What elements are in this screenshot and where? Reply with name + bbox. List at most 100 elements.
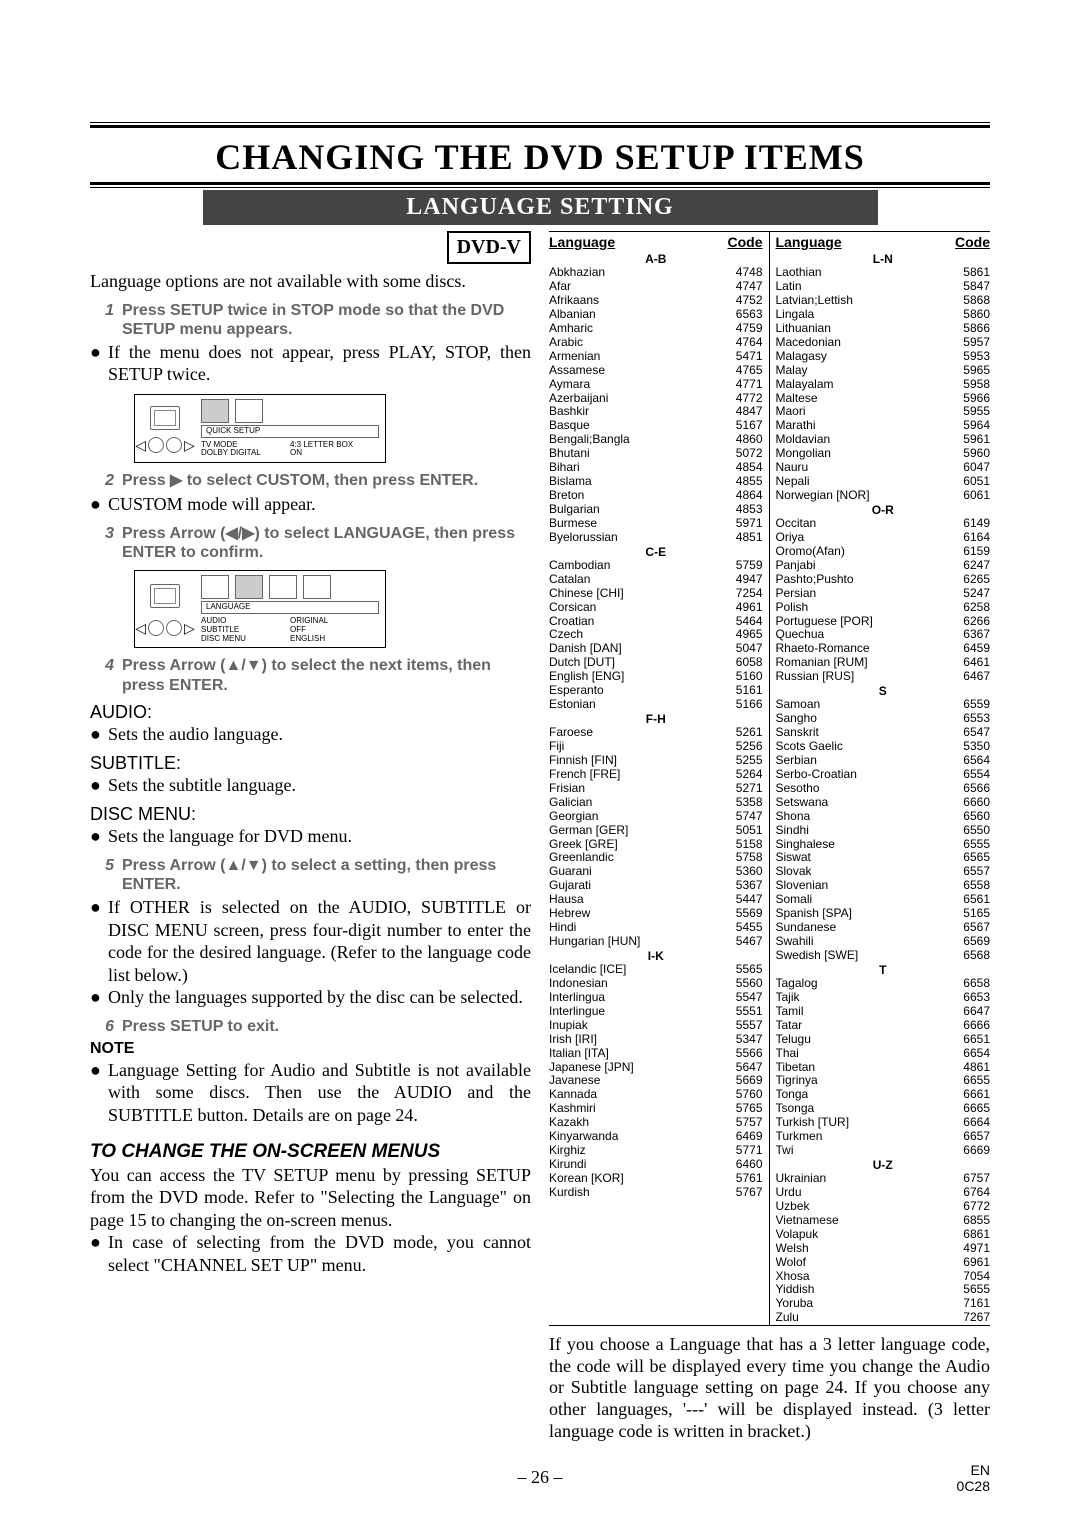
- language-row: Dutch [DUT]6058: [549, 656, 763, 670]
- language-code: 6547: [950, 726, 990, 740]
- language-code: 5655: [950, 1283, 990, 1297]
- language-code: 6655: [950, 1074, 990, 1088]
- language-name: Tigrinya: [776, 1074, 951, 1088]
- language-code: 4851: [723, 531, 763, 545]
- language-row: Scots Gaelic5350: [776, 740, 991, 754]
- language-code: 6669: [950, 1144, 990, 1158]
- language-code: 6666: [950, 1019, 990, 1033]
- step-3-text: Press Arrow (◀/▶) to select LANGUAGE, th…: [122, 524, 531, 562]
- language-row: Amharic4759: [549, 322, 763, 336]
- language-name: Cambodian: [549, 559, 723, 573]
- language-code-note: If you choose a Language that has a 3 le…: [549, 1334, 990, 1442]
- language-row: Tigrinya6655: [776, 1074, 991, 1088]
- language-name: Moldavian: [776, 433, 951, 447]
- language-name: Albanian: [549, 308, 723, 322]
- osd-section-b1: In case of selecting from the DVD mode, …: [108, 1231, 531, 1276]
- language-row: Nepali6051: [776, 475, 991, 489]
- language-name: Czech: [549, 628, 723, 642]
- language-row: Thai6654: [776, 1047, 991, 1061]
- language-row: Spanish [SPA]5165: [776, 907, 991, 921]
- language-code: 5760: [723, 1088, 763, 1102]
- language-row: Azerbaijani4772: [549, 392, 763, 406]
- language-name: Kirghiz: [549, 1144, 723, 1158]
- language-code: 5565: [723, 963, 763, 977]
- step-5-note-2: Only the languages supported by the disc…: [108, 986, 523, 1009]
- language-row: Italian [ITA]5566: [549, 1047, 763, 1061]
- step-number: 5: [90, 856, 114, 894]
- language-row: Malayalam5958: [776, 378, 991, 392]
- language-row: Maori5955: [776, 405, 991, 419]
- language-name: Tagalog: [776, 977, 951, 991]
- language-row: Korean [KOR]5761: [549, 1172, 763, 1186]
- language-code: 6757: [950, 1172, 990, 1186]
- language-name: Frisian: [549, 782, 723, 796]
- language-name: Galician: [549, 796, 723, 810]
- language-name: Estonian: [549, 698, 723, 712]
- language-code: 4847: [723, 405, 763, 419]
- language-row: Basque5167: [549, 419, 763, 433]
- language-row: Twi6669: [776, 1144, 991, 1158]
- language-row: Mongolian5960: [776, 447, 991, 461]
- osd-section-p1: You can access the TV SETUP menu by pres…: [90, 1164, 531, 1232]
- language-name: Zulu: [776, 1311, 951, 1325]
- language-row: Armenian5471: [549, 350, 763, 364]
- language-row: Oriya6164: [776, 531, 991, 545]
- language-row: Frisian5271: [549, 782, 763, 796]
- language-row: Assamese4765: [549, 364, 763, 378]
- language-name: Burmese: [549, 517, 723, 531]
- language-row: Javanese5669: [549, 1074, 763, 1088]
- language-name: Polish: [776, 601, 951, 615]
- language-row: Pashto;Pushto6265: [776, 573, 991, 587]
- language-row: Lingala5860: [776, 308, 991, 322]
- language-name: Danish [DAN]: [549, 642, 723, 656]
- language-name: Afar: [549, 280, 723, 294]
- language-name: German [GER]: [549, 824, 723, 838]
- language-name: Panjabi: [776, 559, 951, 573]
- language-code: 6653: [950, 991, 990, 1005]
- language-name: Shona: [776, 810, 951, 824]
- language-code: 5247: [950, 587, 990, 601]
- language-name: Kannada: [549, 1088, 723, 1102]
- monitor-icon: [150, 584, 180, 608]
- language-name: Samoan: [776, 698, 951, 712]
- language-name: Turkmen: [776, 1130, 951, 1144]
- language-code: 6764: [950, 1186, 990, 1200]
- group-header: A-B: [549, 252, 763, 266]
- language-code: 6561: [950, 893, 990, 907]
- language-row: Kannada5760: [549, 1088, 763, 1102]
- language-code: 4853: [723, 503, 763, 517]
- language-row: Kurdish5767: [549, 1186, 763, 1200]
- language-name: Azerbaijani: [549, 392, 723, 406]
- language-code: 4765: [723, 364, 763, 378]
- language-name: Afrikaans: [549, 294, 723, 308]
- step-number: 2: [90, 471, 114, 491]
- language-name: English [ENG]: [549, 670, 723, 684]
- language-name: Greenlandic: [549, 851, 723, 865]
- step-5-text: Press Arrow (▲/▼) to select a setting, t…: [122, 856, 531, 894]
- language-code: 6266: [950, 615, 990, 629]
- language-name: Byelorussian: [549, 531, 723, 545]
- language-name: Korean [KOR]: [549, 1172, 723, 1186]
- language-row: Bulgarian4853: [549, 503, 763, 517]
- language-name: Serbo-Croatian: [776, 768, 951, 782]
- language-name: Nauru: [776, 461, 951, 475]
- language-row: Tatar6666: [776, 1019, 991, 1033]
- language-name: Georgian: [549, 810, 723, 824]
- language-row: Breton4864: [549, 489, 763, 503]
- note-text: Language Setting for Audio and Subtitle …: [108, 1059, 531, 1127]
- language-row: Vietnamese6855: [776, 1214, 991, 1228]
- language-code: 5255: [723, 754, 763, 768]
- language-code: 6469: [723, 1130, 763, 1144]
- language-row: Albanian6563: [549, 308, 763, 322]
- language-name: Maori: [776, 405, 951, 419]
- footer-doc-code: 0C28: [957, 1479, 990, 1494]
- language-row: Hebrew5569: [549, 907, 763, 921]
- language-row: Rhaeto-Romance6459: [776, 642, 991, 656]
- language-code: 6660: [950, 796, 990, 810]
- language-code: 6459: [950, 642, 990, 656]
- language-row: Laothian5861: [776, 266, 991, 280]
- language-name: Fiji: [549, 740, 723, 754]
- language-code: 6568: [950, 949, 990, 963]
- language-code: 5350: [950, 740, 990, 754]
- language-name: Volapuk: [776, 1228, 951, 1242]
